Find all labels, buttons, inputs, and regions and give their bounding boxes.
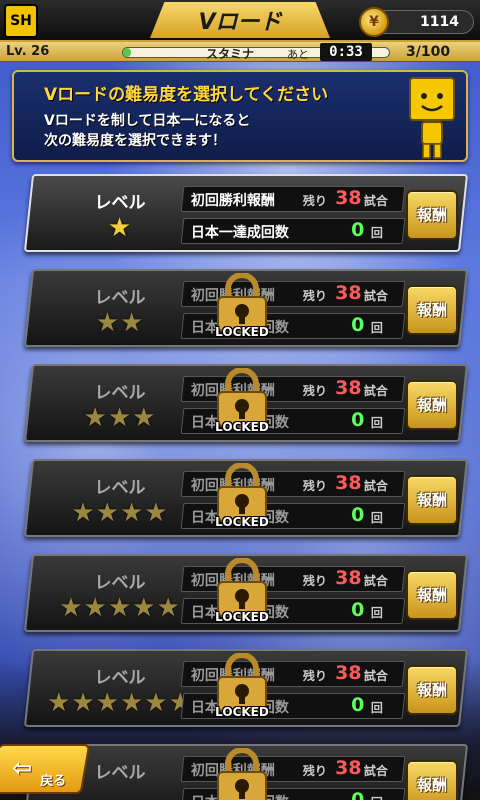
coin-icon: ¥ (359, 7, 389, 37)
padlock-icon: LOCKED (210, 272, 274, 347)
reward-button[interactable]: 報酬 (406, 475, 458, 525)
games-label: 試合 (363, 384, 388, 398)
padlock-icon (210, 747, 274, 800)
level-card: レベル★★★★★初回勝利報酬残り38試合日本一達成回数0回報酬LOCKED (23, 554, 469, 632)
remaining-label: 残り (302, 574, 327, 588)
remaining-games: 38 (335, 567, 362, 589)
level-label: レベル (94, 478, 146, 498)
remaining-label: 残り (302, 669, 327, 683)
games-label: 試合 (363, 669, 388, 683)
count-unit: 回 (371, 794, 383, 800)
reward-button[interactable]: 報酬 (406, 570, 458, 620)
remaining-label: 残り (302, 194, 327, 208)
mascot-icon (409, 77, 455, 159)
locked-label: LOCKED (215, 610, 269, 624)
count-unit: 回 (370, 226, 383, 240)
status-bar: Lv. 26 スタミナ あと 0:33 3/100 (0, 42, 480, 62)
count-unit: 回 (370, 321, 383, 335)
reward-button[interactable]: 報酬 (406, 190, 458, 240)
instruction-title: Vロードの難易度を選択してください (44, 85, 329, 105)
remaining-label: 残り (302, 289, 327, 303)
remaining-games: 38 (335, 662, 362, 684)
level-label: レベル (94, 763, 146, 783)
locked-label: LOCKED (215, 420, 269, 434)
games-label: 試合 (363, 194, 388, 208)
games-label: 試合 (363, 764, 388, 778)
count-unit: 回 (370, 511, 383, 525)
level-label: レベル (94, 288, 146, 308)
champion-count: 0 (351, 694, 365, 716)
stamina-label: スタミナ (206, 47, 255, 61)
level-card: レベル★★★★初回勝利報酬残り38試合日本一達成回数0回報酬LOCKED (23, 459, 469, 537)
champion-count: 0 (351, 219, 365, 241)
locked-label: LOCKED (215, 705, 269, 719)
remaining-games: 38 (335, 377, 362, 399)
count-unit: 回 (370, 416, 383, 430)
back-button[interactable]: ⇦ 戻る (0, 744, 91, 794)
reward-label: 報酬 (416, 206, 447, 224)
level-card: レベル★★初回勝利報酬残り38試合日本一達成回数0回報酬LOCKED (23, 269, 469, 347)
level-label: レベル (94, 383, 146, 403)
reward-label: 報酬 (416, 586, 447, 604)
reward-button[interactable]: 報酬 (406, 285, 458, 335)
coin-value: 1114 (420, 14, 459, 30)
reward-button[interactable]: 報酬 (406, 380, 458, 430)
locked-label: LOCKED (215, 325, 269, 339)
level-card: レベル初回勝利報酬残り38試合日本一達成回数0回報酬 (23, 744, 469, 800)
reward-label: 報酬 (416, 776, 447, 794)
reward-button[interactable]: 報酬 (406, 760, 458, 800)
champion-count: 0 (351, 314, 365, 336)
remaining-label: 残り (302, 764, 327, 778)
remaining-games: 38 (335, 187, 362, 209)
padlock-icon: LOCKED (210, 462, 274, 537)
level-card: レベル★★★★★★初回勝利報酬残り38試合日本一達成回数0回報酬LOCKED (23, 649, 469, 727)
count-unit: 回 (370, 606, 383, 620)
instruction-line-1: Vロードを制して日本一になると (44, 113, 251, 129)
player-level: Lv. 26 (6, 44, 50, 59)
back-arrow-icon: ⇦ (12, 754, 33, 782)
champion-count-row: 日本一達成回数 0回 (180, 218, 406, 244)
padlock-icon: LOCKED (210, 652, 274, 727)
level-label: レベル (94, 193, 146, 213)
padlock-icon: LOCKED (210, 557, 274, 632)
instruction-line-2: 次の難易度を選択できます！ (44, 133, 226, 149)
remaining-label: 残り (302, 479, 327, 493)
stamina-fill (123, 48, 131, 57)
padlock-icon: LOCKED (210, 367, 274, 442)
games-label: 試合 (363, 574, 388, 588)
first-win-reward-row: 初回勝利報酬 残り 38試合 (180, 186, 406, 212)
locked-label: LOCKED (215, 515, 269, 529)
games-label: 試合 (363, 289, 388, 303)
top-bar: SH Vロード ¥ 1114 (0, 0, 480, 42)
back-label: 戻る (40, 774, 67, 789)
champion-count: 0 (351, 599, 365, 621)
champion-count-label: 日本一達成回数 (190, 225, 289, 241)
remaining-games: 38 (335, 757, 362, 779)
champion-count: 0 (351, 789, 365, 800)
champion-count: 0 (351, 504, 365, 526)
reward-label: 報酬 (416, 491, 447, 509)
remaining-games: 38 (335, 472, 362, 494)
reward-button[interactable]: 報酬 (406, 665, 458, 715)
reward-label: 報酬 (416, 681, 447, 699)
screen-title: Vロード (150, 2, 330, 38)
stamina-remain-label: あと (287, 48, 309, 61)
reward-label: 報酬 (416, 396, 447, 414)
champion-count: 0 (351, 409, 365, 431)
remaining-games: 38 (335, 282, 362, 304)
level-label: レベル (94, 668, 146, 688)
games-label: 試合 (363, 479, 388, 493)
stamina-timer: 0:33 (320, 43, 372, 61)
team-logo: SH (4, 4, 38, 38)
first-win-reward-label: 初回勝利報酬 (190, 193, 275, 209)
coin-counter[interactable]: ¥ 1114 (359, 7, 474, 37)
level-card: レベル★★★初回勝利報酬残り38試合日本一達成回数0回報酬LOCKED (23, 364, 469, 442)
level-card[interactable]: レベル ★ 初回勝利報酬 残り 38 試合 日本一達成回数 0 回報酬 (23, 174, 469, 252)
level-label: レベル (94, 573, 146, 593)
count-unit: 回 (370, 701, 383, 715)
reward-label: 報酬 (416, 301, 447, 319)
remaining-label: 残り (302, 384, 327, 398)
stamina-value: 3/100 (406, 44, 451, 60)
instruction-panel: Vロードの難易度を選択してください Vロードを制して日本一になると 次の難易度を… (12, 70, 468, 162)
